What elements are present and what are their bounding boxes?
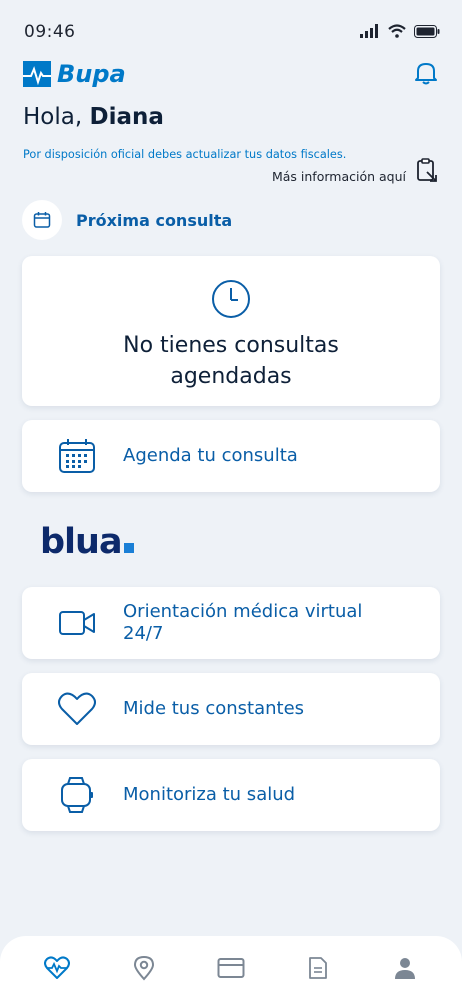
document-share-icon [417,158,437,182]
signal-icon [360,24,378,38]
nav-health[interactable] [29,940,85,996]
measure-vitals-button[interactable]: Mide tus constantes [22,673,440,745]
smartwatch-icon [61,777,93,813]
watch-icon-wrap [58,776,122,814]
bupa-logo-icon [23,61,51,87]
no-appointments-card: No tienes consultas agendadas [22,256,440,406]
calendar-grid-icon [59,439,95,473]
clock-icon [212,280,250,318]
calendar-icon [33,212,51,228]
monitor-health-label: Monitoriza tu salud [123,784,296,805]
location-pin-icon [134,955,155,981]
book-appointment-label: Agenda tu consulta [123,445,298,466]
notifications-button[interactable] [414,60,438,90]
bell-icon [415,63,437,85]
status-icons [360,24,440,38]
brand-name: Bupa [57,60,126,88]
no-appointments-line2: agendadas [170,364,292,389]
nav-card[interactable] [203,940,259,996]
blua-dot [123,543,134,553]
more-info-button[interactable] [416,158,438,188]
document-icon [308,957,327,979]
home-screen: 09:46 Bupa Hola, Diana Por disposición o… [0,0,462,1000]
more-info-link[interactable]: Más información aquí [272,169,406,184]
profile-icon [394,958,415,979]
nav-profile[interactable] [377,940,433,996]
monitor-health-button[interactable]: Monitoriza tu salud [22,759,440,831]
calendar-grid-icon-wrap [58,438,122,474]
nav-documents[interactable] [290,940,346,996]
virtual-consultation-line2: 24/7 [123,623,164,644]
heart-icon-wrap [58,692,122,726]
video-icon-wrap [58,609,122,637]
no-appointments-line1: No tienes consultas [123,333,339,358]
wifi-icon [388,24,406,38]
fiscal-notice: Por disposición oficial debes actualizar… [23,148,347,161]
next-appointment-header: Próxima consulta [22,200,232,240]
user-name: Diana [89,104,164,130]
status-time: 09:46 [24,22,76,42]
calendar-chip [22,200,62,240]
virtual-consultation-label: Orientación médica virtual 24/7 [123,601,362,645]
virtual-consultation-line1: Orientación médica virtual [123,601,363,622]
heart-icon [58,692,96,725]
blua-wordmark: blua [40,522,123,562]
heart-pulse-icon [44,956,71,979]
battery-icon [414,24,440,38]
bupa-logo: Bupa [23,60,126,88]
virtual-consultation-button[interactable]: Orientación médica virtual 24/7 [22,587,440,659]
card-icon [217,958,245,978]
book-appointment-button[interactable]: Agenda tu consulta [22,420,440,492]
greeting-prefix: Hola, [23,104,83,130]
no-appointments-text: No tienes consultas agendadas [22,330,440,392]
next-appointment-label: Próxima consulta [76,210,233,230]
bottom-navigation [0,936,462,1000]
blua-logo: blua [40,522,134,562]
greeting: Hola, Diana [23,104,164,130]
nav-locations[interactable] [116,940,172,996]
measure-vitals-label: Mide tus constantes [123,698,305,719]
video-camera-icon [59,611,95,635]
